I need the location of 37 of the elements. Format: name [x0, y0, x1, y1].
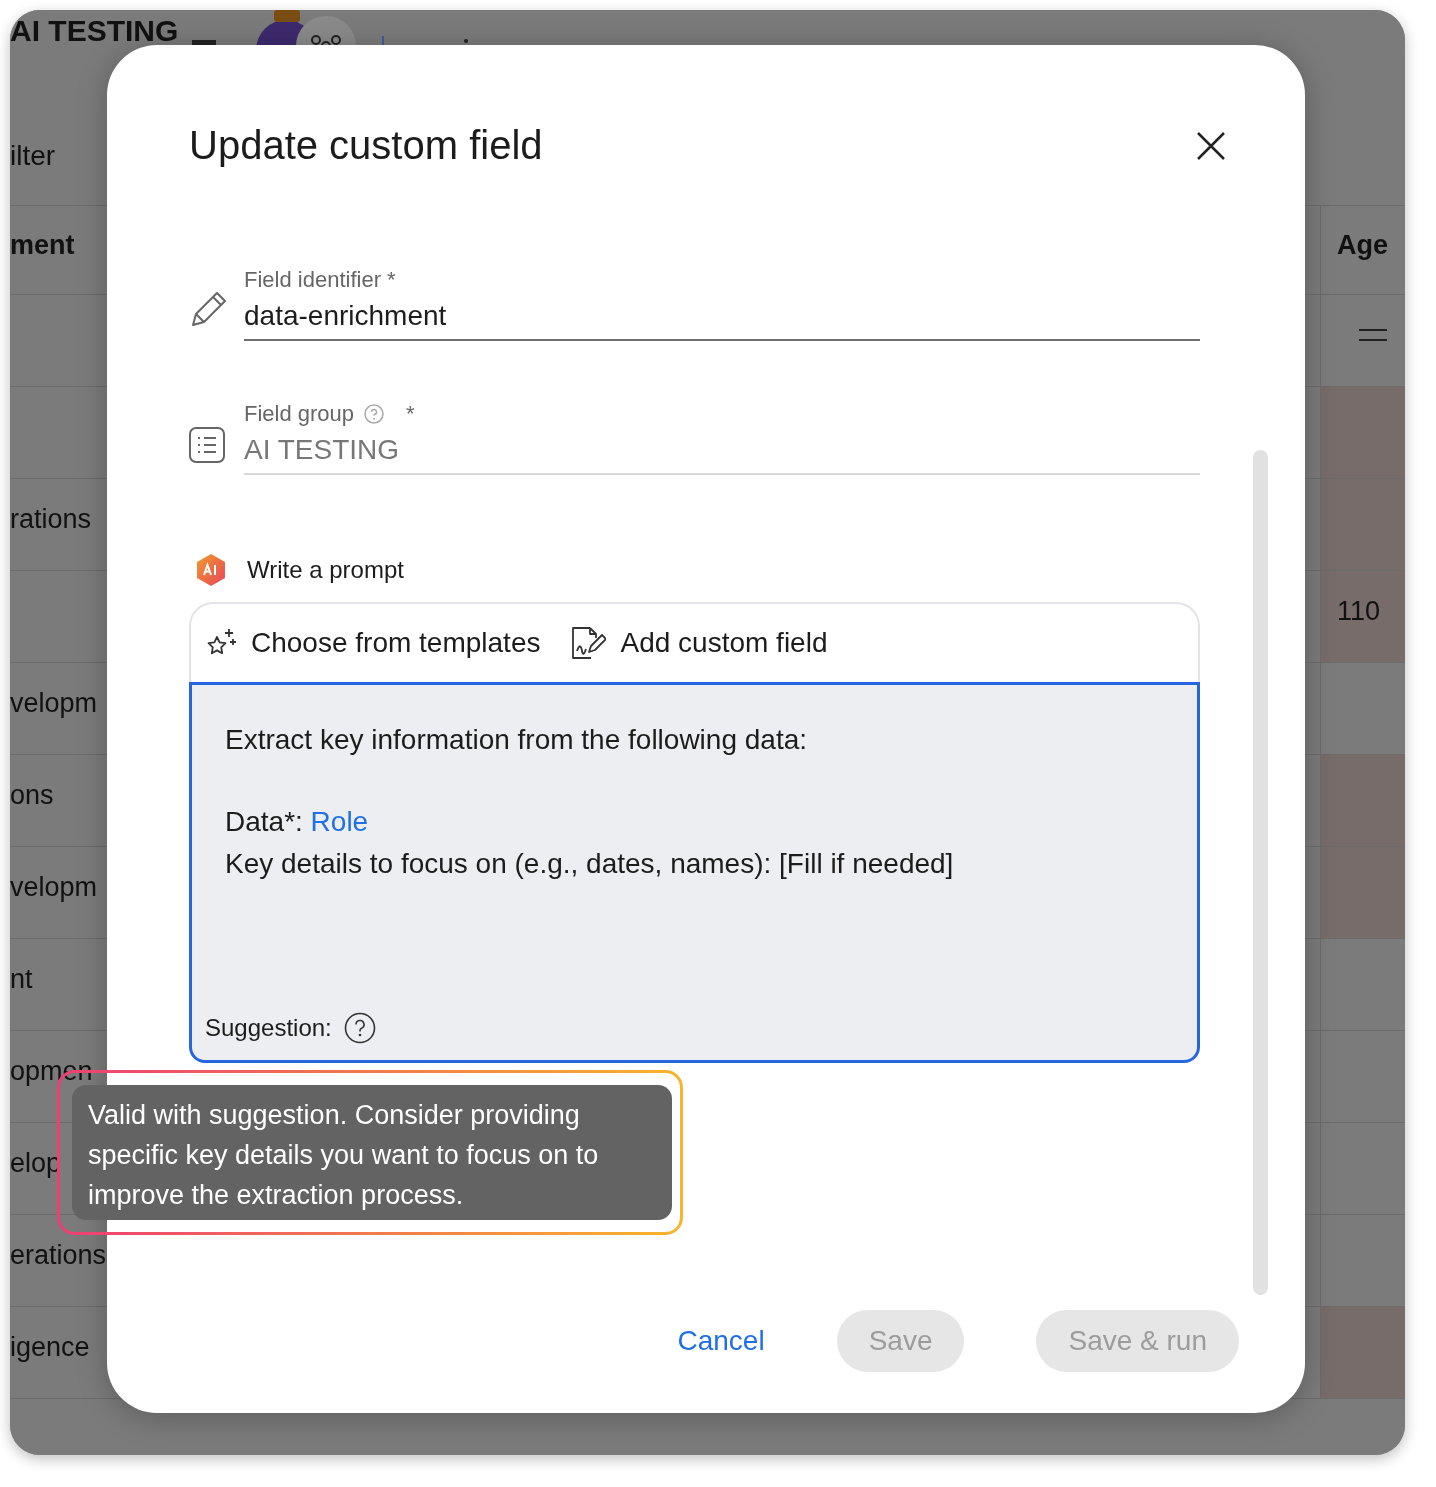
filter-label: ilter — [10, 140, 56, 172]
table-cell: rations — [10, 504, 92, 535]
prompt-editor[interactable]: Extract key information from the following data: Data*: Role Key details to focus on (e.g., dates, names): [Fill if needed] Suggestion: — [189, 682, 1200, 1063]
document-pen-icon — [570, 626, 607, 660]
text-field[interactable]: data-enrichment — [244, 295, 1200, 341]
scrollbar[interactable] — [1253, 450, 1268, 1295]
toolbar-button[interactable]: Choose from templates — [205, 627, 541, 659]
dialog-title: Update custom field — [189, 122, 543, 169]
table-cell: velopm — [10, 688, 98, 719]
toolbar-button[interactable]: Add custom field — [570, 626, 828, 660]
field-label: Field identifier * — [244, 267, 396, 293]
ai-badge-icon — [195, 553, 227, 587]
text-field: AI TESTING — [244, 429, 1200, 475]
prompt-line: Extract key information from the following data: — [225, 723, 809, 757]
minus-icon[interactable] — [192, 40, 216, 46]
help-icon[interactable] — [343, 1012, 376, 1044]
table-cell: igence — [10, 1332, 90, 1363]
table-cell: velopm — [10, 872, 98, 903]
pencil-icon — [189, 289, 229, 329]
table-cell: nt — [10, 964, 33, 995]
section-heading: Write a prompt — [247, 556, 404, 584]
list-icon — [189, 427, 225, 463]
required-mark: * — [406, 401, 415, 427]
suggestion-tooltip: Valid with suggestion. Consider providing specific key details you want to focus on to improve the extraction process. — [72, 1085, 672, 1220]
variable-link[interactable]: Role — [310, 806, 369, 837]
table-cell: 110 — [1320, 571, 1405, 663]
app-title: AI TESTING — [10, 14, 179, 48]
field-label: Field group — [244, 401, 355, 427]
table-cell: ons — [10, 780, 54, 811]
close-button[interactable] — [1196, 131, 1226, 161]
close-icon — [1196, 131, 1226, 161]
prompt-line: Data*: Role — [225, 805, 370, 839]
suggestion-label: Suggestion: — [205, 1014, 332, 1042]
column-header: Age — [1320, 206, 1405, 295]
table-cell: erations — [10, 1240, 107, 1271]
cancel-link[interactable]: Cancel — [677, 1325, 765, 1357]
prompt-line: Key details to focus on (e.g., dates, names): [Fill if needed] — [225, 847, 955, 881]
